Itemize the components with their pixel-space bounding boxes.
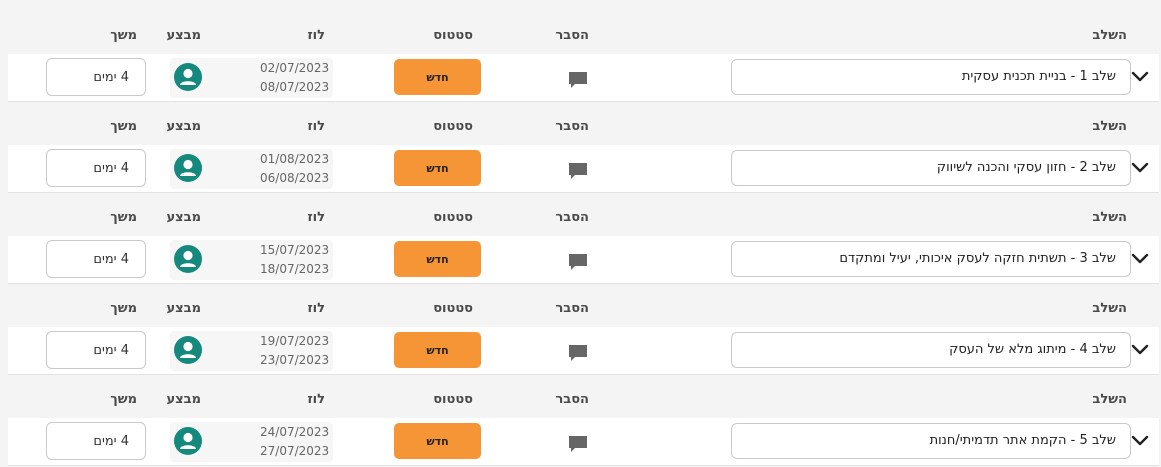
start-date: 24/07/2023 [260, 425, 330, 439]
stage-row: שלב 1 - בניית תכנית עסקית חדש 02/07/2023… [0, 54, 1161, 102]
comment-icon[interactable] [567, 160, 589, 182]
header-performer: מבצע [166, 28, 201, 43]
header-performer: מבצע [166, 392, 201, 407]
duration-value: 4 ימים [93, 343, 129, 358]
duration-field[interactable]: 4 ימים [46, 149, 146, 187]
start-date: 15/07/2023 [260, 243, 330, 257]
header-schedule: לוז [307, 392, 325, 407]
user-avatar-icon[interactable] [174, 336, 202, 364]
chevron-down-icon[interactable] [1131, 70, 1149, 84]
status-badge[interactable]: חדש [394, 150, 481, 186]
status-badge[interactable]: חדש [394, 241, 481, 277]
stage-header: השלב הסבר סטטוס לוז מבצע משך [0, 21, 1161, 53]
user-avatar-icon[interactable] [174, 427, 202, 455]
stage-header: השלב הסבר סטטוס לוז מבצע משך [0, 385, 1161, 417]
duration-field[interactable]: 4 ימים [46, 331, 146, 369]
header-status: סטטוס [433, 28, 473, 43]
comment-icon[interactable] [567, 251, 589, 273]
stage-header: השלב הסבר סטטוס לוז מבצע משך [0, 112, 1161, 144]
header-duration: משך [110, 301, 137, 316]
end-date: 27/07/2023 [260, 444, 330, 458]
user-avatar-icon[interactable] [174, 154, 202, 182]
header-duration: משך [110, 119, 137, 134]
header-status: סטטוס [433, 119, 473, 134]
header-explanation: הסבר [555, 210, 589, 225]
user-avatar-icon[interactable] [174, 245, 202, 273]
header-duration: משך [110, 28, 137, 43]
stage-title-field[interactable]: שלב 2 - חזון עסקי והכנה לשיווק [731, 150, 1131, 186]
stage-title-field[interactable]: שלב 4 - מיתוג מלא של העסק [731, 332, 1131, 368]
header-explanation: הסבר [555, 301, 589, 316]
stage-row: שלב 3 - תשתית חזקה לעסק איכותי, יעיל ומת… [0, 236, 1161, 284]
header-explanation: הסבר [555, 28, 589, 43]
header-step: השלב [1092, 210, 1127, 225]
status-badge[interactable]: חדש [394, 423, 481, 459]
header-explanation: הסבר [555, 392, 589, 407]
stage-title-field[interactable]: שלב 3 - תשתית חזקה לעסק איכותי, יעיל ומת… [731, 241, 1131, 277]
duration-value: 4 ימים [93, 161, 129, 176]
header-performer: מבצע [166, 301, 201, 316]
comment-icon[interactable] [567, 69, 589, 91]
stages-list: השלב הסבר סטטוס לוז מבצע משך שלב 1 - בני… [0, 0, 1161, 467]
chevron-down-icon[interactable] [1131, 161, 1149, 175]
stage-title: שלב 1 - בניית תכנית עסקית [961, 69, 1116, 84]
end-date: 08/07/2023 [260, 80, 330, 94]
stage-title: שלב 4 - מיתוג מלא של העסק [949, 342, 1116, 357]
header-performer: מבצע [166, 210, 201, 225]
stage-title: שלב 3 - תשתית חזקה לעסק איכותי, יעיל ומת… [839, 251, 1116, 266]
chevron-down-icon[interactable] [1131, 434, 1149, 448]
header-step: השלב [1092, 119, 1127, 134]
header-duration: משך [110, 210, 137, 225]
duration-value: 4 ימים [93, 434, 129, 449]
chevron-down-icon[interactable] [1131, 343, 1149, 357]
header-schedule: לוז [307, 301, 325, 316]
stage-header: השלב הסבר סטטוס לוז מבצע משך [0, 203, 1161, 235]
end-date: 06/08/2023 [260, 171, 330, 185]
stage-title: שלב 2 - חזון עסקי והכנה לשיווק [936, 160, 1116, 175]
status-badge[interactable]: חדש [394, 332, 481, 368]
user-avatar-icon[interactable] [174, 63, 202, 91]
header-schedule: לוז [307, 210, 325, 225]
comment-icon[interactable] [567, 433, 589, 455]
header-step: השלב [1092, 28, 1127, 43]
header-step: השלב [1092, 301, 1127, 316]
start-date: 01/08/2023 [260, 152, 330, 166]
header-performer: מבצע [166, 119, 201, 134]
header-status: סטטוס [433, 301, 473, 316]
chevron-down-icon[interactable] [1131, 252, 1149, 266]
header-explanation: הסבר [555, 119, 589, 134]
header-status: סטטוס [433, 210, 473, 225]
stage-title: שלב 5 - הקמת אתר תדמיתי/חנות [929, 433, 1116, 448]
stage-row: שלב 5 - הקמת אתר תדמיתי/חנות חדש 24/07/2… [0, 418, 1161, 466]
start-date: 02/07/2023 [260, 61, 330, 75]
stage-row: שלב 2 - חזון עסקי והכנה לשיווק חדש 01/08… [0, 145, 1161, 193]
end-date: 23/07/2023 [260, 353, 330, 367]
duration-value: 4 ימים [93, 252, 129, 267]
comment-icon[interactable] [567, 342, 589, 364]
start-date: 19/07/2023 [260, 334, 330, 348]
status-badge[interactable]: חדש [394, 59, 481, 95]
duration-field[interactable]: 4 ימים [46, 58, 146, 96]
header-schedule: לוז [307, 28, 325, 43]
duration-value: 4 ימים [93, 70, 129, 85]
header-status: סטטוס [433, 392, 473, 407]
stage-title-field[interactable]: שלב 5 - הקמת אתר תדמיתי/חנות [731, 423, 1131, 459]
duration-field[interactable]: 4 ימים [46, 422, 146, 460]
header-schedule: לוז [307, 119, 325, 134]
stage-row: שלב 4 - מיתוג מלא של העסק חדש 19/07/2023… [0, 327, 1161, 375]
end-date: 18/07/2023 [260, 262, 330, 276]
stage-header: השלב הסבר סטטוס לוז מבצע משך [0, 294, 1161, 326]
header-step: השלב [1092, 392, 1127, 407]
duration-field[interactable]: 4 ימים [46, 240, 146, 278]
stage-title-field[interactable]: שלב 1 - בניית תכנית עסקית [731, 59, 1131, 95]
header-duration: משך [110, 392, 137, 407]
